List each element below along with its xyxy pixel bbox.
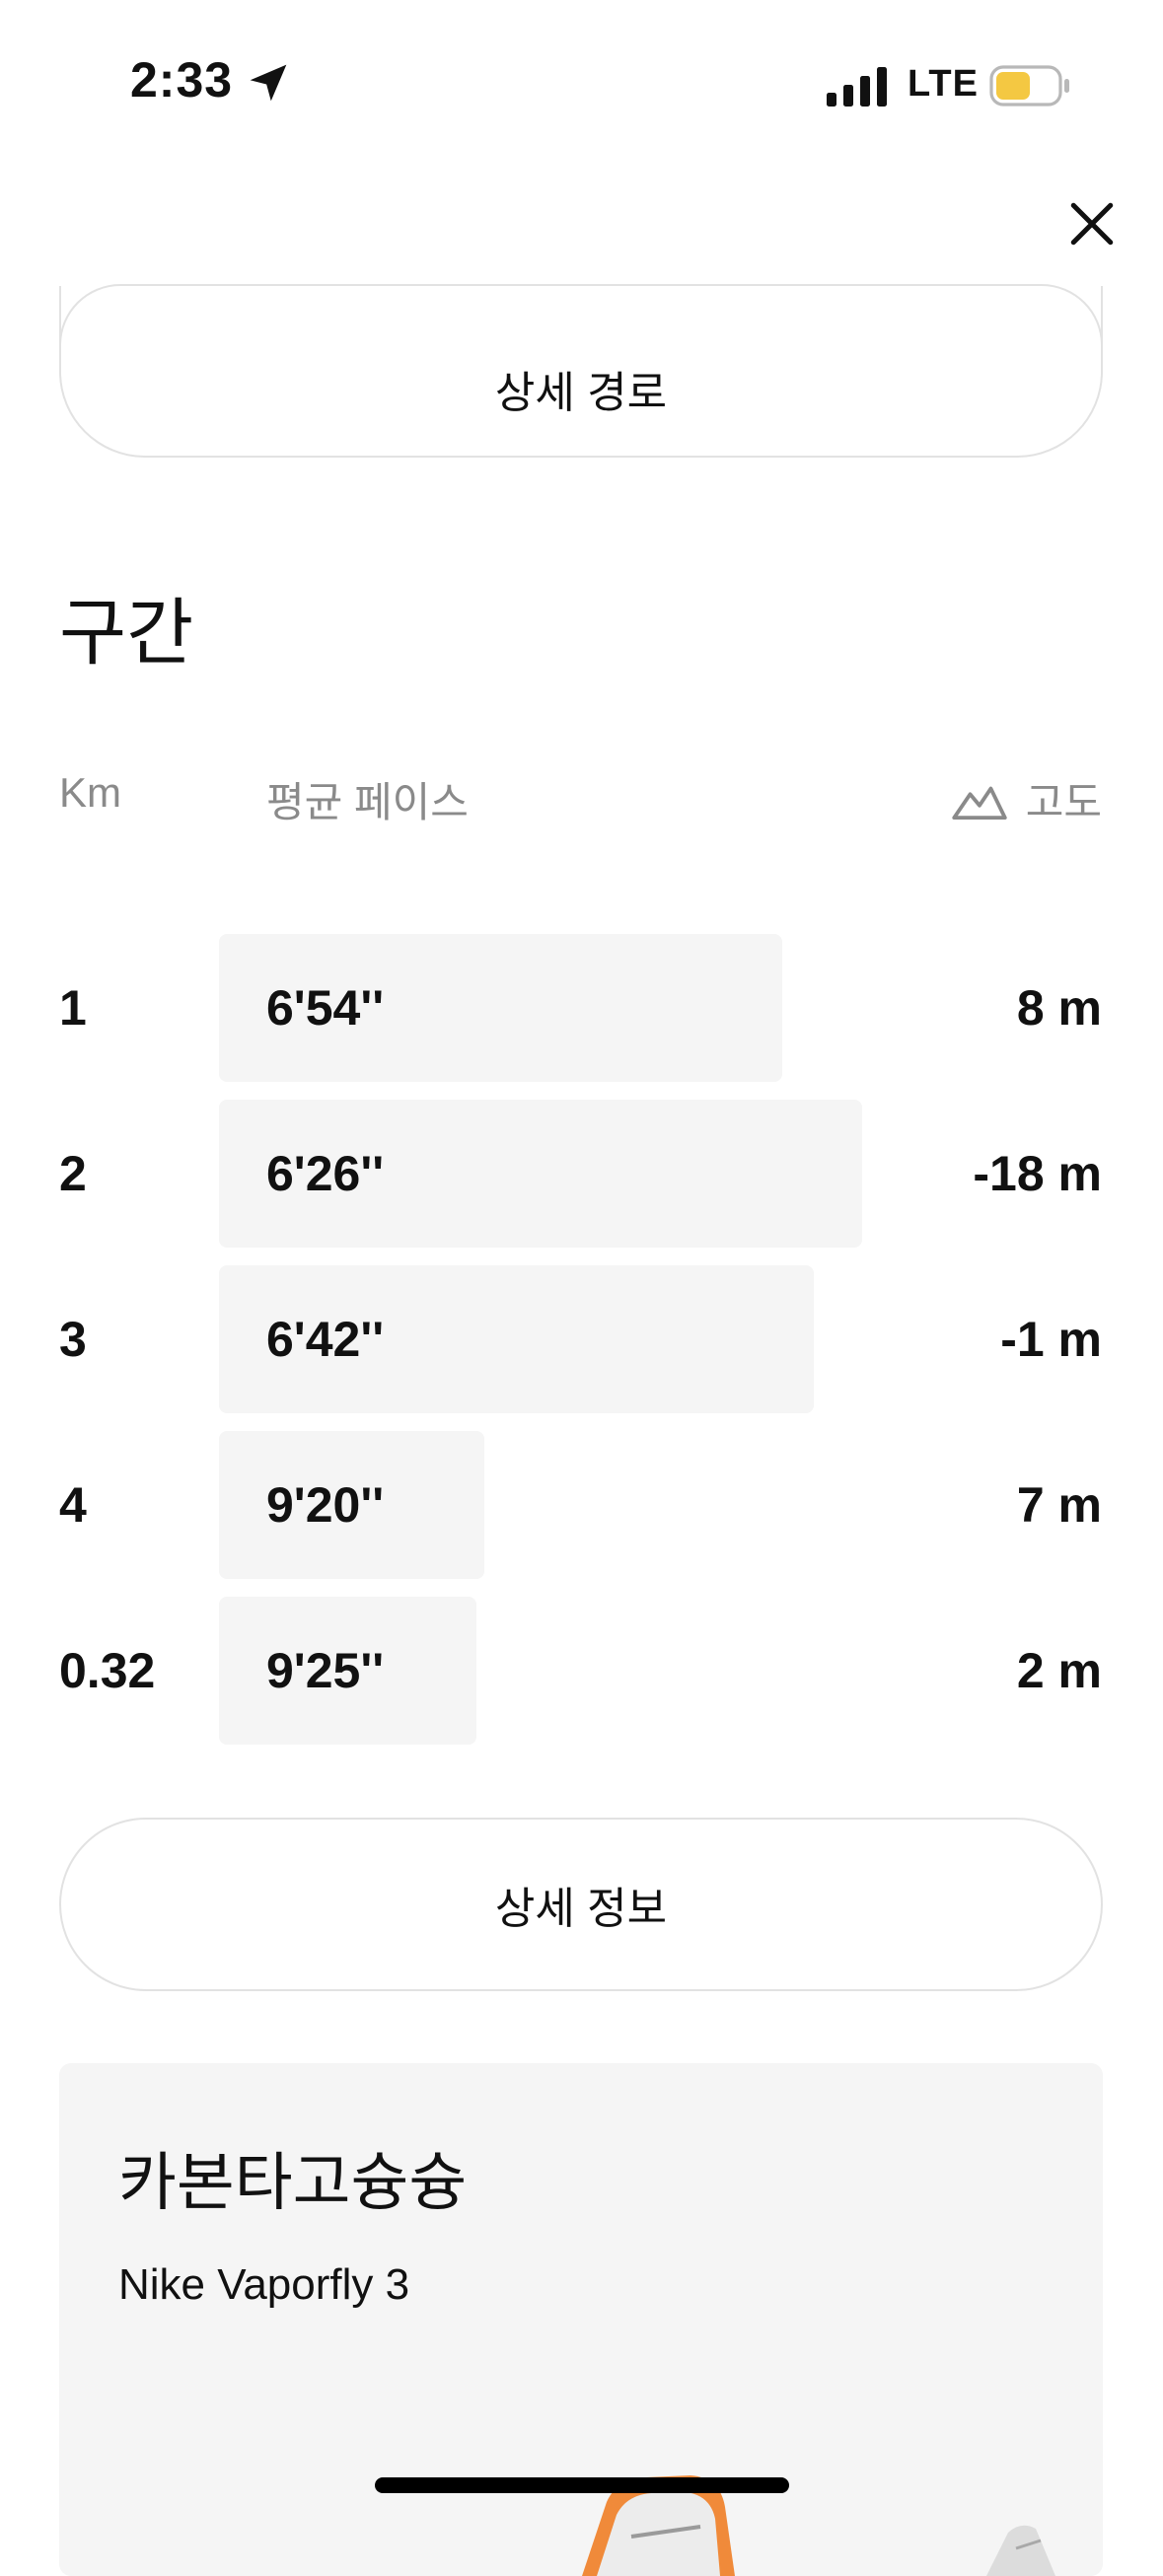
split-pace: 6'26'' bbox=[266, 1146, 385, 1201]
split-pace: 6'42'' bbox=[266, 1312, 385, 1367]
split-km: 0.32 bbox=[59, 1643, 156, 1698]
shoe-nickname: 카본타고슝슝 bbox=[118, 2147, 468, 2218]
split-row: 3 6'42'' -1 m bbox=[0, 1265, 1163, 1413]
split-pace: 9'25'' bbox=[266, 1643, 385, 1698]
elevation-column-header: 고도 bbox=[951, 769, 1102, 829]
split-pace: 6'54'' bbox=[266, 980, 385, 1036]
split-km: 4 bbox=[59, 1477, 87, 1533]
shoe-image bbox=[582, 2475, 1055, 2576]
shoe-model: Nike Vaporfly 3 bbox=[118, 2260, 410, 2309]
split-elevation: -1 m bbox=[1000, 1312, 1102, 1367]
detail-info-label: 상세 정보 bbox=[494, 1885, 668, 1933]
route-detail-label: 상세 경로 bbox=[494, 369, 668, 417]
splits-title: 구간 bbox=[59, 592, 194, 674]
split-row: 2 6'26'' -18 m bbox=[0, 1100, 1163, 1248]
status-bar: 2:33 LTE bbox=[0, 0, 1163, 148]
split-elevation: 8 m bbox=[1016, 980, 1102, 1036]
cellular-signal-icon bbox=[827, 67, 887, 107]
close-icon[interactable] bbox=[1067, 199, 1117, 249]
split-row: 1 6'54'' 8 m bbox=[0, 934, 1163, 1082]
split-km: 3 bbox=[59, 1312, 87, 1367]
detail-info-button[interactable]: 상세 정보 bbox=[59, 1818, 1103, 1991]
split-row: 4 9'20'' 7 m bbox=[0, 1431, 1163, 1579]
battery-icon bbox=[989, 65, 1069, 107]
pace-column-header: 평균 페이스 bbox=[266, 779, 469, 825]
elevation-header-label: 고도 bbox=[1025, 779, 1102, 825]
split-km: 2 bbox=[59, 1146, 87, 1201]
shoe-card[interactable]: 카본타고슝슝 Nike Vaporfly 3 bbox=[59, 2063, 1103, 2576]
km-column-header: Km bbox=[59, 769, 121, 816]
location-arrow-icon bbox=[250, 64, 287, 102]
split-elevation: 2 m bbox=[1016, 1643, 1102, 1698]
split-elevation: -18 m bbox=[973, 1146, 1102, 1201]
split-km: 1 bbox=[59, 980, 87, 1036]
split-elevation: 7 m bbox=[1016, 1477, 1102, 1533]
home-indicator[interactable] bbox=[375, 2477, 789, 2493]
status-time: 2:33 bbox=[130, 52, 234, 107]
split-pace: 9'20'' bbox=[266, 1477, 385, 1533]
split-row: 0.32 9'25'' 2 m bbox=[0, 1597, 1163, 1745]
mountain-icon bbox=[952, 786, 1007, 820]
route-detail-button[interactable]: 상세 경로 bbox=[59, 286, 1103, 458]
network-type-label: LTE bbox=[908, 63, 979, 105]
